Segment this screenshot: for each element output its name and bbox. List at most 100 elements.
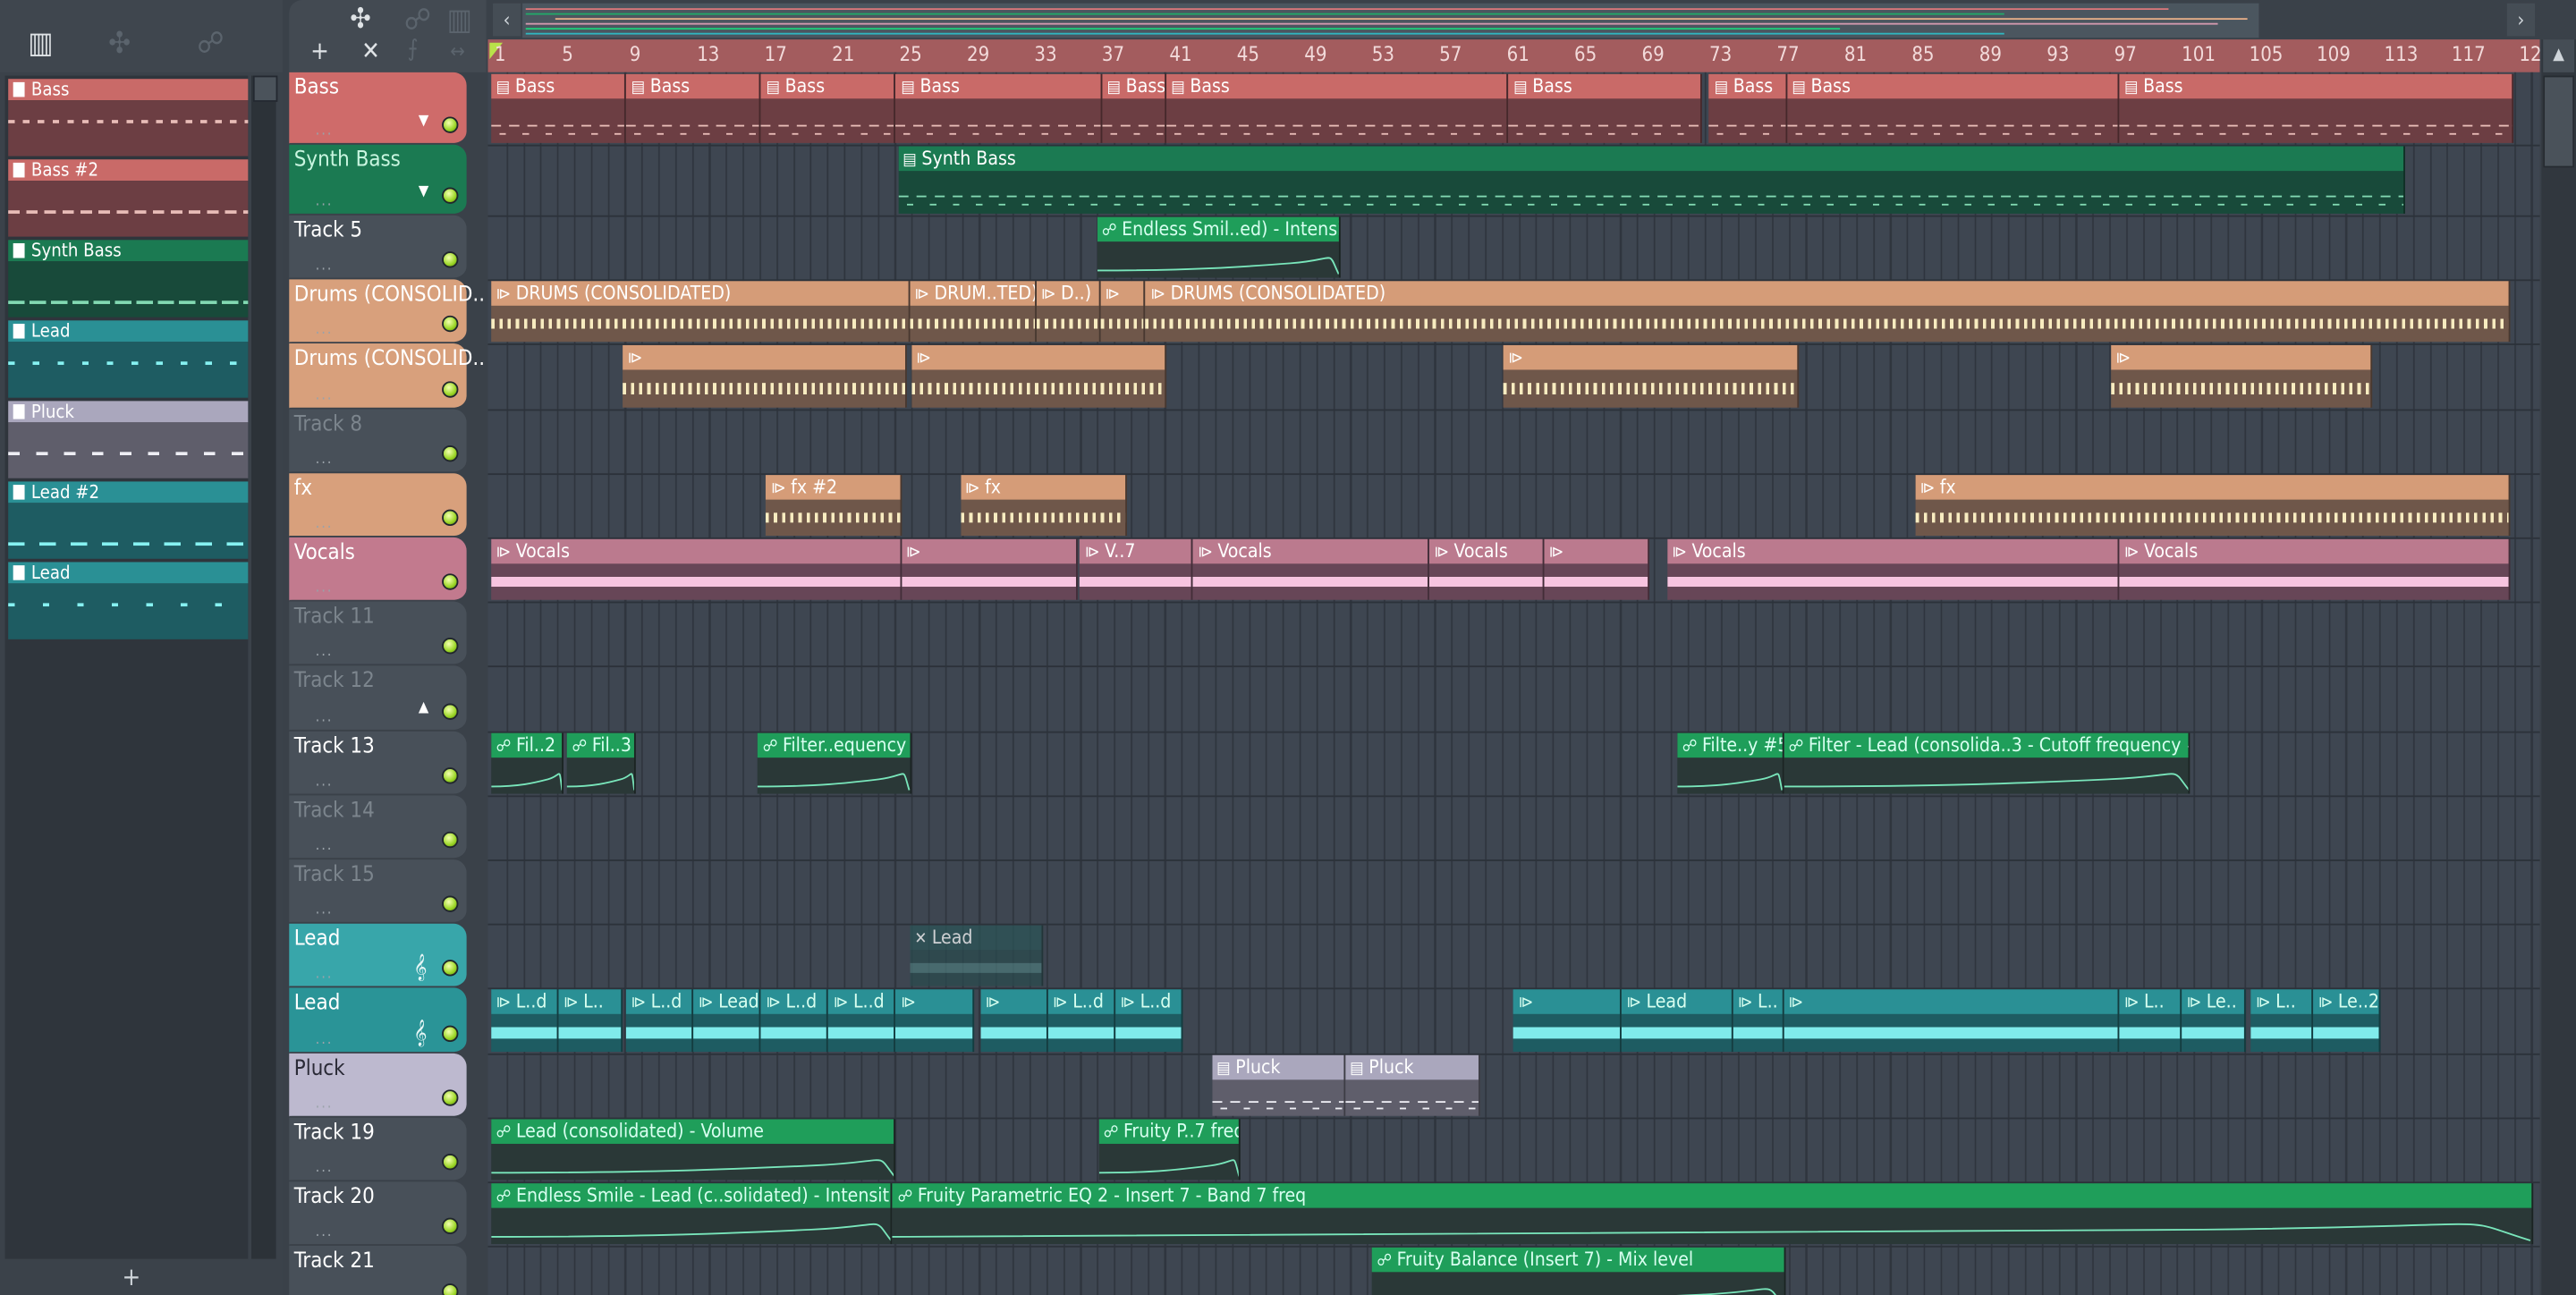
picker-item-synth-bass[interactable]: Synth Bass — [8, 240, 249, 317]
track-mute-led[interactable] — [442, 960, 459, 977]
clip-pluck[interactable]: ▤ Pluck — [1344, 1054, 1480, 1116]
clip-auto[interactable]: ☍ Endless Smile - Lead (c..solidated) - I… — [491, 1183, 894, 1245]
clip-lead[interactable]: ⧐ — [980, 989, 1048, 1053]
clip-bass[interactable]: ▤ Bass — [1709, 73, 1787, 143]
clip-ghost[interactable]: ✕ Lead — [909, 925, 1043, 986]
clip-lead[interactable]: ⧐ Le..2 — [2313, 989, 2381, 1053]
clip-drums[interactable]: ⧐ — [1100, 281, 1147, 343]
clip-auto[interactable]: ☍ Fruity Balance (Insert 7) - Mix level — [1371, 1247, 1785, 1295]
clip-lead[interactable]: ⧐ L..d — [760, 989, 829, 1053]
vertical-scrollbar[interactable]: ▲ — [2541, 39, 2576, 1295]
track-header[interactable]: Track 14... — [289, 795, 467, 860]
track-mute-led[interactable] — [442, 315, 459, 333]
track-mute-led[interactable] — [442, 1089, 459, 1106]
track-menu-dots[interactable]: ... — [316, 516, 334, 532]
clip-drums[interactable]: ⧐ fx #2 — [766, 475, 902, 537]
clip-lead[interactable]: ⧐ — [1513, 989, 1622, 1053]
clip-bass[interactable]: ▤ Bass — [1101, 73, 1166, 143]
clip-lead[interactable]: ⧐ — [1784, 989, 2120, 1053]
track-header[interactable]: Lead... 𝄞 — [289, 987, 467, 1054]
clip-lead[interactable]: ⧐ L..d — [1115, 989, 1183, 1053]
clip-drums[interactable]: ⧐ fx — [1915, 475, 2512, 537]
add-pattern-button[interactable]: + — [0, 1262, 263, 1295]
audio-icon[interactable]: ✣ — [108, 26, 131, 61]
scrollbar-thumb[interactable] — [252, 75, 278, 102]
track-mute-led[interactable] — [442, 251, 459, 268]
track-menu-dots[interactable]: ... — [316, 388, 334, 404]
clip-lead[interactable]: ⧐ Lead — [693, 989, 761, 1053]
scroll-up-button[interactable]: ▲ — [2543, 39, 2575, 72]
track-collapse-arrow-icon[interactable]: ▼ — [419, 114, 428, 130]
clip-bass[interactable]: ▤ Bass — [491, 73, 627, 143]
piano-icon[interactable]: ▥ — [447, 4, 472, 38]
add-track-icon[interactable]: + — [310, 36, 329, 65]
track-menu-dots[interactable]: ... — [316, 1291, 334, 1295]
track-mute-led[interactable] — [442, 573, 459, 590]
clip-vocals[interactable]: ⧐ — [901, 538, 1079, 600]
clip-vocals[interactable]: ⧐ — [1544, 538, 1649, 600]
track-menu-dots[interactable]: ... — [316, 123, 334, 140]
picker-item-bass[interactable]: Bass — [8, 79, 249, 157]
track-header[interactable]: Vocals... — [289, 537, 467, 602]
track-mute-led[interactable] — [442, 637, 459, 655]
track-mute-led[interactable] — [442, 895, 459, 912]
track-header[interactable]: Lead... 𝄞 — [289, 923, 467, 988]
stretch-icon[interactable]: ↔ — [450, 39, 465, 63]
track-menu-dots[interactable]: ... — [316, 452, 334, 468]
clip-bass[interactable]: ▤ Bass — [760, 73, 896, 143]
clip-vocals[interactable]: ⧐ Vocals — [2119, 538, 2512, 600]
track-header[interactable]: Synth Bass... ▼ — [289, 144, 467, 216]
clip-auto[interactable]: ☍ Fil..3 — [567, 732, 637, 794]
track-header[interactable]: Pluck... — [289, 1053, 467, 1118]
track-menu-dots[interactable]: ... — [316, 1096, 334, 1113]
clip-bass[interactable]: ▤ Bass — [626, 73, 761, 143]
picker-scrollbar[interactable] — [251, 75, 278, 1259]
clip-lead[interactable]: ⧐ L.. — [2119, 989, 2182, 1053]
track-header[interactable]: Track 8... — [289, 409, 467, 474]
clip-lead[interactable]: ⧐ L.. — [2250, 989, 2314, 1053]
track-menu-dots[interactable]: ... — [316, 710, 334, 726]
track-menu-dots[interactable]: ... — [316, 1160, 334, 1176]
clip-lead[interactable]: ⧐ — [895, 989, 974, 1053]
clip-lead[interactable]: ⧐ L..d — [828, 989, 896, 1053]
picker-item-lead[interactable]: Lead — [8, 562, 249, 639]
waveform-icon[interactable]: ✣ — [350, 4, 371, 37]
track-mute-led[interactable] — [442, 116, 459, 133]
clip-vocals[interactable]: ⧐ Vocals — [1428, 538, 1545, 600]
clip-auto[interactable]: ☍ Filter..equency — [758, 732, 911, 794]
track-menu-dots[interactable]: ... — [316, 967, 334, 983]
clip-bass[interactable]: ▤ Bass — [1786, 73, 2120, 143]
clip-bass[interactable]: ▤ Bass — [2119, 73, 2514, 143]
track-collapse-arrow-icon[interactable]: ▲ — [419, 700, 428, 716]
track-header[interactable]: Drums (CONSOLID..... — [289, 279, 485, 344]
picker-item-lead-2[interactable]: Lead #2 — [8, 481, 249, 559]
track-menu-dots[interactable]: ... — [316, 580, 334, 597]
clip-lead[interactable]: ⧐ Lead — [1621, 989, 1733, 1053]
track-mute-led[interactable] — [442, 1283, 459, 1295]
track-menu-dots[interactable]: ... — [316, 258, 334, 275]
track-menu-dots[interactable]: ... — [316, 1032, 334, 1048]
clip-auto[interactable]: ☍ Endless Smil..ed) - Intensit — [1097, 216, 1340, 278]
arrangement-overview[interactable] — [522, 3, 2259, 38]
clip-vocals[interactable]: ⧐ V..7 — [1080, 538, 1193, 600]
clip-lead[interactable]: ⧐ L..d — [1047, 989, 1116, 1053]
track-header[interactable]: Bass... ▼ — [289, 72, 467, 145]
clip-drums[interactable]: ⧐ fx — [960, 475, 1128, 537]
track-mute-led[interactable] — [442, 703, 459, 720]
track-mute-led[interactable] — [442, 1025, 459, 1043]
track-mute-led[interactable] — [442, 187, 459, 204]
clip-lead[interactable]: ⧐ L..d — [491, 989, 559, 1053]
track-header[interactable]: Track 20... — [289, 1181, 467, 1246]
clip-drums[interactable]: ⧐ — [623, 344, 907, 408]
slide-icon[interactable]: ⨍ — [408, 36, 419, 62]
track-mute-led[interactable] — [442, 1153, 459, 1171]
track-header[interactable]: Track 5... — [289, 215, 467, 280]
clip-auto[interactable]: ☍ Lead (consolidated) - Volume — [491, 1119, 896, 1181]
clip-drums[interactable]: ⧐ DRUM..TED) — [909, 281, 1037, 343]
track-menu-dots[interactable]: ... — [316, 838, 334, 854]
clip-drums[interactable]: ⧐ — [2110, 344, 2373, 408]
clip-pluck[interactable]: ▤ Pluck — [1211, 1054, 1345, 1116]
track-mute-led[interactable] — [442, 509, 459, 527]
clip-drums[interactable]: ⧐ DRUMS (CONSOLIDATED) — [491, 281, 910, 343]
piano-roll-icon[interactable]: ▥ — [28, 26, 53, 61]
